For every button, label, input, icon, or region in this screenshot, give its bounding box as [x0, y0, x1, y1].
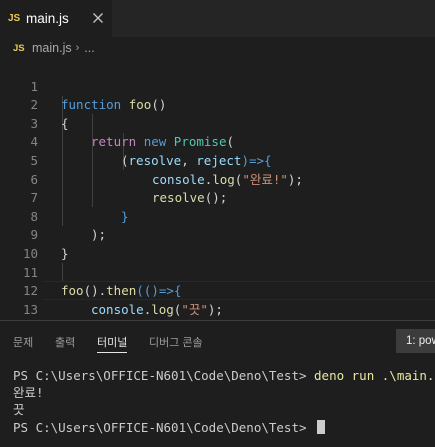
tab-label: main.js: [26, 11, 69, 26]
panel-tabs: 문제 출력 터미널 디버그 콘솔 1: powershell: [0, 321, 435, 359]
code-line: 1 function foo(): [0, 59, 435, 113]
code-line: 6 resolve();: [0, 152, 435, 206]
code-line: 11 foo().then(()=>{: [0, 245, 435, 299]
code-line: 3 return new Promise(: [0, 96, 435, 150]
terminal-cursor: [317, 419, 326, 434]
code-editor[interactable]: 1 function foo() 2 { 3 return new Promis…: [0, 59, 435, 336]
javascript-file-icon: JS: [13, 42, 25, 54]
tab-output[interactable]: 출력: [55, 334, 75, 350]
line-number: 13: [22, 301, 38, 317]
code-line: 9 }: [0, 208, 435, 261]
code-line: 2 {: [0, 78, 435, 131]
code-line: 12 console.log("끗");: [0, 264, 435, 317]
terminal-output-line: 완료!: [13, 385, 44, 401]
code-line: 4 (resolve, reject)=>{: [0, 115, 435, 168]
breadcrumb-symbol[interactable]: ...: [84, 41, 94, 55]
code-line: 7 }: [0, 171, 435, 224]
bottom-panel: 문제 출력 터미널 디버그 콘솔 1: powershell PS C:\Use…: [0, 320, 435, 447]
terminal-prompt: PS C:\Users\OFFICE-N601\Code\Deno\Test>: [13, 419, 315, 435]
tab-problems[interactable]: 문제: [13, 334, 33, 350]
tab-debug-console[interactable]: 디버그 콘솔: [149, 334, 203, 350]
terminal-output-line: 끗: [13, 402, 25, 418]
code-line: 10: [0, 226, 435, 261]
code-line: 5 console.log("완료!");: [0, 133, 435, 187]
editor-tab-bar: JS main.js: [0, 0, 435, 37]
code-line: 8 );: [0, 189, 435, 243]
code-line: 13 });: [0, 282, 435, 336]
breadcrumb-chevron-icon: ›: [75, 42, 80, 54]
breadcrumb: JS main.js › ...: [0, 37, 435, 59]
terminal-output[interactable]: PS C:\Users\OFFICE-N601\Code\Deno\Test> …: [13, 367, 435, 436]
terminal-prompt: PS C:\Users\OFFICE-N601\Code\Deno\Test>: [13, 368, 315, 383]
close-icon[interactable]: [89, 9, 107, 27]
terminal-command: deno run .\main.js: [314, 368, 435, 383]
javascript-file-icon: JS: [8, 13, 21, 24]
tab-main-js[interactable]: JS main.js: [0, 0, 112, 37]
tab-terminal[interactable]: 터미널: [97, 334, 128, 353]
terminal-select[interactable]: 1: powershell: [396, 329, 435, 353]
breadcrumb-file[interactable]: main.js: [32, 41, 72, 55]
